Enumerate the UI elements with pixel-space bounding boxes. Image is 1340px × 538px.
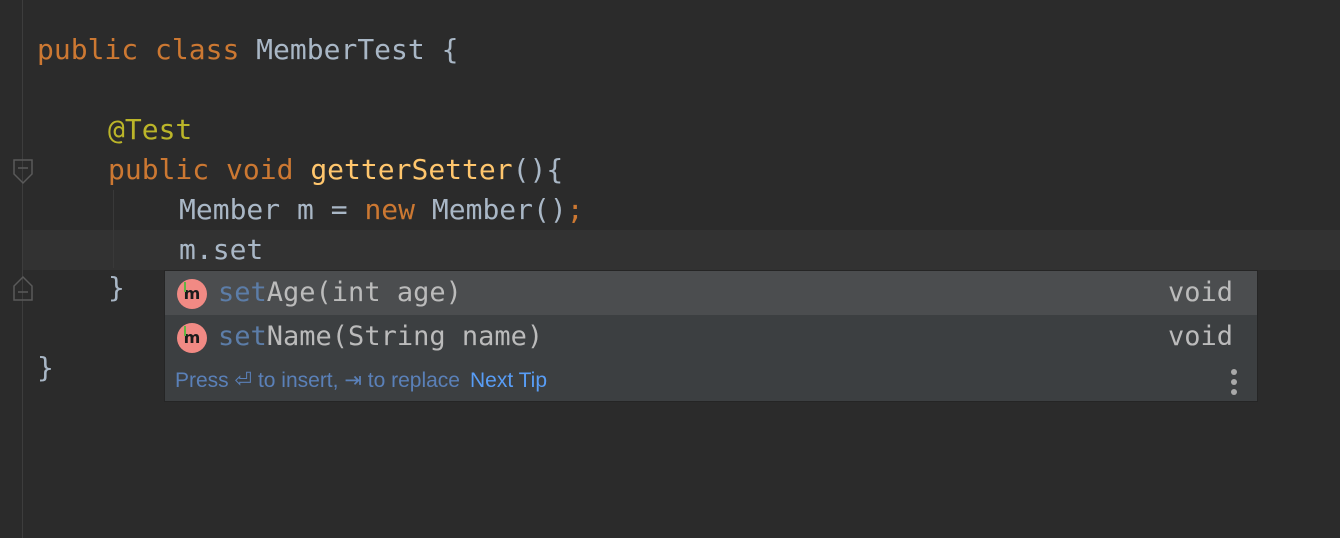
class-name: MemberTest (256, 33, 425, 66)
method-icon: m (177, 323, 207, 353)
constructor-call: Member() (431, 193, 567, 226)
keyword: void (226, 153, 294, 186)
keyword: public (108, 153, 210, 186)
matched-prefix: set (218, 321, 267, 352)
next-tip-link[interactable]: Next Tip (470, 369, 547, 392)
completion-popup: m setAge(int age) void m setName(String … (164, 270, 1258, 402)
completion-item-label: setAge(int age) (218, 271, 462, 315)
indent-guide (113, 190, 114, 268)
pin-icon (184, 326, 186, 336)
code-line-current[interactable]: m.set (179, 230, 263, 270)
method-params: (){ (512, 153, 564, 186)
code-line-variable-declaration[interactable]: Member m = new Member(); (179, 190, 584, 230)
keyword: class (155, 33, 240, 66)
declaration: Member m = (179, 193, 365, 226)
completion-item-type: void (1167, 321, 1233, 352)
semicolon: ; (566, 193, 584, 226)
typed-text: m.set (179, 233, 264, 266)
code-editor[interactable]: public class MemberTest { @Test public v… (0, 0, 1340, 538)
brace: { (441, 33, 459, 66)
completion-item-setage[interactable]: m setAge(int age) void (165, 271, 1257, 315)
method-icon: m (177, 279, 207, 309)
completion-footer: Press ⏎ to insert, ⇥ to replace Next Tip (175, 363, 547, 399)
code-line-annotation[interactable]: @Test (108, 110, 192, 150)
keyword: new (364, 193, 416, 226)
keyword: public (37, 33, 139, 66)
code-line-class-close[interactable]: } (37, 348, 54, 388)
pin-icon (184, 282, 186, 292)
fold-collapse-icon[interactable] (13, 159, 33, 185)
code-line-method-close[interactable]: } (108, 268, 125, 308)
completion-item-label: setName(String name) (218, 315, 543, 359)
code-line-method-declaration[interactable]: public void getterSetter(){ (108, 150, 563, 190)
completion-hint: Press ⏎ to insert, ⇥ to replace (175, 369, 460, 392)
completion-item-type: void (1167, 277, 1233, 308)
completion-item-setname[interactable]: m setName(String name) void (165, 315, 1257, 359)
closing-brace: } (108, 271, 125, 304)
fold-end-icon[interactable] (13, 275, 33, 301)
method-name: getterSetter (310, 153, 513, 186)
code-line-class-declaration[interactable]: public class MemberTest { (37, 30, 458, 70)
completion-item-rest: Name(String name) (266, 321, 544, 352)
kebab-menu-icon[interactable] (1231, 369, 1237, 395)
completion-item-rest: Age(int age) (266, 277, 462, 308)
annotation: @Test (108, 113, 193, 146)
closing-brace: } (37, 351, 54, 384)
matched-prefix: set (218, 277, 267, 308)
